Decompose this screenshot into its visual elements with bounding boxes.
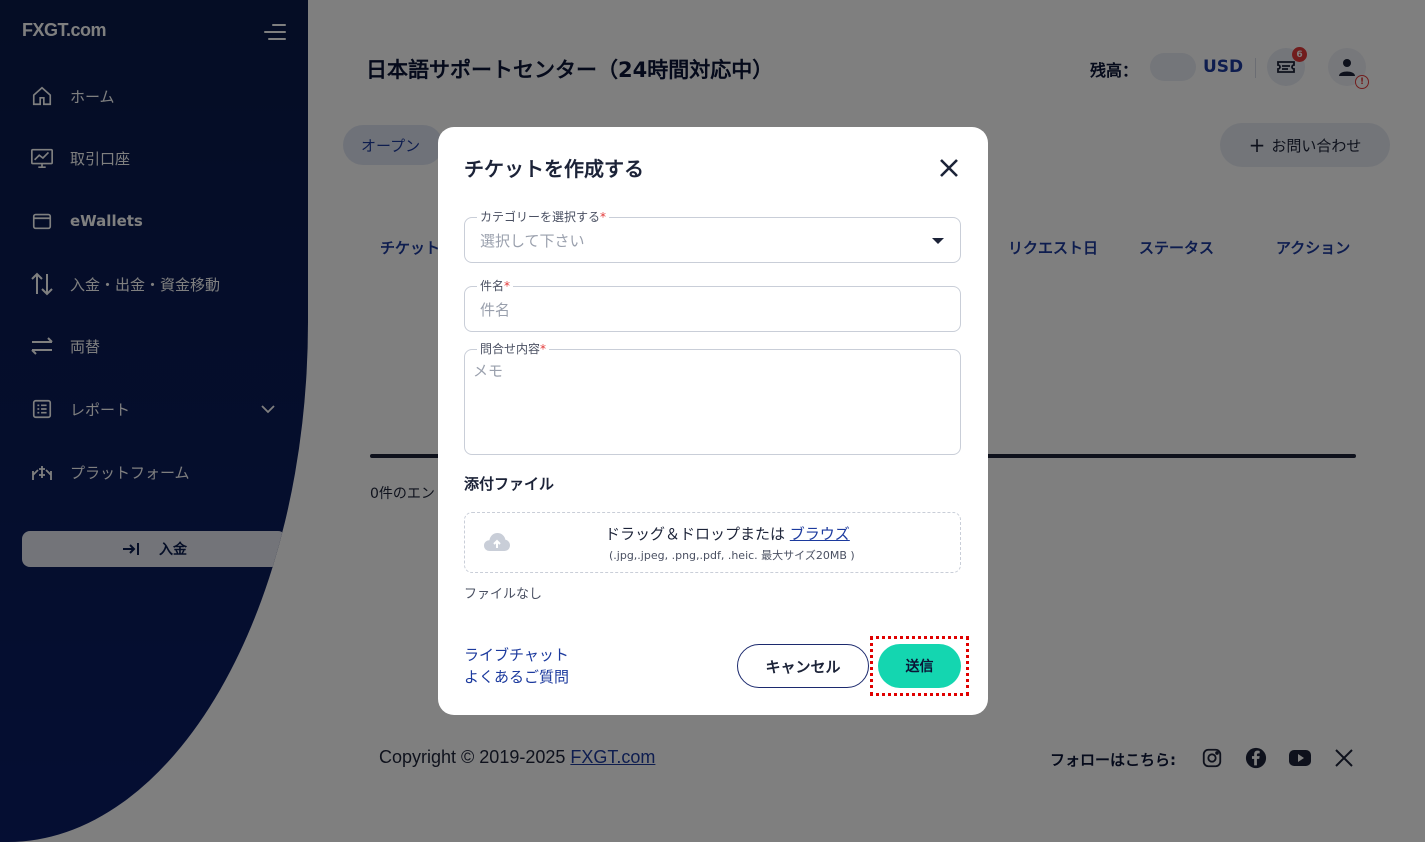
file-dropzone[interactable]: ドラッグ＆ドロップまたは ブラウズ (.jpg,.jpeg, .png,.pdf… [464, 512, 961, 573]
modal-title: チケットを作成する [464, 157, 644, 181]
content-textarea[interactable]: 問合せ内容* メモ [464, 342, 961, 455]
content-label: 問合せ内容* [477, 342, 550, 356]
no-file-text: ファイルなし [464, 587, 543, 602]
close-icon[interactable] [938, 157, 962, 181]
category-label: カテゴリーを選択する* [477, 210, 610, 224]
cloud-upload-icon [483, 531, 511, 557]
cancel-button[interactable]: キャンセル [737, 644, 869, 688]
dropzone-hint: (.jpg,.jpeg, .png,.pdf, .heic. 最大サイズ20MB… [609, 549, 855, 562]
dropdown-caret-icon [932, 238, 944, 244]
content-placeholder: メモ [473, 362, 504, 380]
subject-label: 件名* [477, 279, 514, 293]
attachment-title: 添付ファイル [464, 475, 555, 493]
create-ticket-modal: チケットを作成する カテゴリーを選択する* 選択して下さい 件名* 件名 問合せ… [438, 127, 988, 715]
subject-input[interactable]: 件名* 件名 [464, 279, 961, 332]
live-chat-link[interactable]: ライブチャット [464, 644, 569, 665]
send-button-highlight [870, 636, 969, 696]
category-placeholder: 選択して下さい [480, 232, 585, 250]
faq-link[interactable]: よくあるご質問 [464, 666, 569, 687]
subject-placeholder: 件名 [480, 301, 511, 319]
category-select[interactable]: カテゴリーを選択する* 選択して下さい [464, 210, 961, 263]
dropzone-text: ドラッグ＆ドロップまたは ブラウズ [605, 525, 850, 543]
browse-link[interactable]: ブラウズ [790, 525, 850, 543]
